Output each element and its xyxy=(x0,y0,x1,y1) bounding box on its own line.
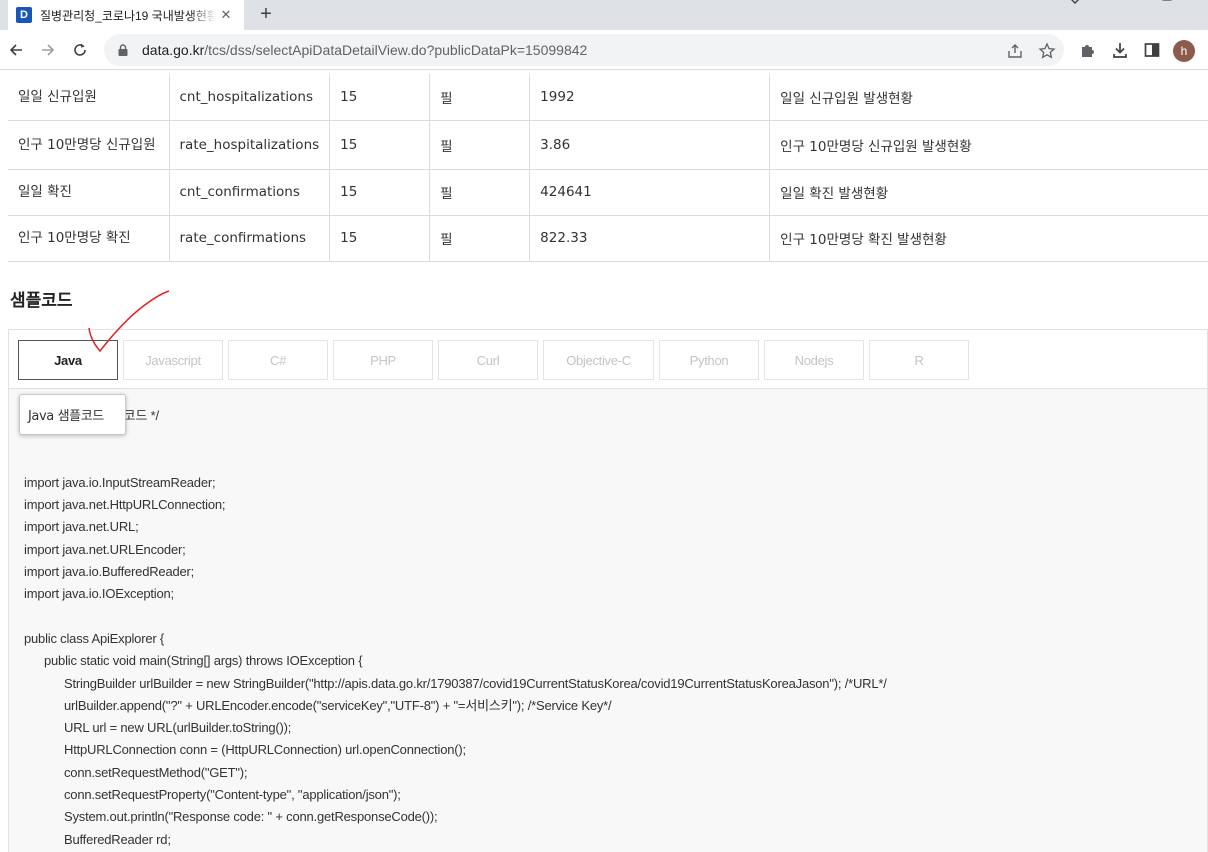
table-row: 인구 10만명당 확진 rate_confirmations 15 필 822.33 인구… xyxy=(8,215,1208,262)
forward-arrow-icon[interactable] xyxy=(36,38,60,62)
browser-tab[interactable]: D 질병관리청_코로나19 국내발생현황 ✕ xyxy=(8,0,244,30)
param-required-cell: 필 xyxy=(429,169,531,216)
tab-python[interactable]: Python xyxy=(659,340,759,380)
code-line: import java.io.IOException; xyxy=(24,586,174,602)
response-params-table: 일일 신규입원 cnt_hospitalizations 15 필 1992 일일 신규입… xyxy=(8,74,1208,262)
param-field-cell: cnt_confirmations xyxy=(169,169,331,216)
code-line: import java.io.InputStreamReader; xyxy=(24,474,216,490)
code-block: /* Java 샘플 코드 */ import java.io.InputStre… xyxy=(24,405,887,851)
back-arrow-icon[interactable] xyxy=(4,38,28,62)
tab-search-chevron-icon[interactable] xyxy=(1068,0,1088,8)
param-size-cell: 15 xyxy=(329,215,431,262)
code-line: StringBuilder urlBuilder = new StringBui… xyxy=(64,675,887,691)
code-line: import java.net.URLEncoder; xyxy=(24,541,186,557)
maximize-window-icon[interactable] xyxy=(1160,0,1180,8)
param-desc-cell: 일일 신규입원 발생현황 xyxy=(769,74,1208,121)
param-sample-cell: 424641 xyxy=(529,169,771,216)
param-required-cell: 필 xyxy=(429,74,531,121)
param-field-cell: rate_confirmations xyxy=(169,215,331,262)
new-tab-button[interactable]: + xyxy=(254,2,278,26)
browser-toolbar: data.go.kr/tcs/dss/selectApiDataDetailVi… xyxy=(0,30,1208,70)
lock-icon[interactable] xyxy=(116,43,130,57)
code-line: BufferedReader rd; xyxy=(64,831,171,847)
tab-r[interactable]: R xyxy=(869,340,969,380)
param-name-cell: 일일 확진 xyxy=(8,169,170,216)
tooltip-java-sample: Java 샘플코드 xyxy=(19,394,126,435)
param-size-cell: 15 xyxy=(329,169,431,216)
code-line: conn.setRequestProperty("Content-type", … xyxy=(64,787,401,803)
reload-icon[interactable] xyxy=(68,38,92,62)
code-line: import java.net.HttpURLConnection; xyxy=(24,497,226,513)
sample-code-panel: Java Javascript C# PHP Curl Objective-C Python… xyxy=(8,329,1208,852)
param-sample-cell: 1992 xyxy=(529,74,771,121)
sample-code-title: 샘플코드 xyxy=(10,291,73,311)
param-field-cell: cnt_hospitalizations xyxy=(169,74,331,121)
code-line: URL url = new URL(urlBuilder.toString())… xyxy=(64,720,292,736)
code-line: conn.setRequestMethod("GET"); xyxy=(64,764,248,780)
code-line: import java.net.URL; xyxy=(24,519,139,535)
tab-java[interactable]: Java xyxy=(18,340,118,380)
code-comment-line: /* Java 샘플 코드 */ xyxy=(55,408,159,423)
param-desc-cell: 인구 10만명당 신규입원 발생현황 xyxy=(769,120,1208,170)
tab-javascript[interactable]: Javascript xyxy=(123,340,223,380)
param-size-cell: 15 xyxy=(329,120,431,170)
address-bar[interactable]: data.go.kr/tcs/dss/selectApiDataDetailVi… xyxy=(104,34,1064,66)
page-content: 일일 신규입원 cnt_hospitalizations 15 필 1992 일일 신규입… xyxy=(0,71,1208,852)
profile-avatar[interactable]: h xyxy=(1173,40,1195,62)
table-row: 일일 확진 cnt_confirmations 15 필 424641 일일 확진 발생현… xyxy=(8,169,1208,216)
extensions-puzzle-icon[interactable] xyxy=(1078,40,1098,60)
side-panel-icon[interactable] xyxy=(1142,40,1162,60)
param-size-cell: 15 xyxy=(329,74,431,121)
param-name-cell: 인구 10만명당 신규입원 xyxy=(8,120,170,170)
tab-php[interactable]: PHP xyxy=(333,340,433,380)
code-line: System.out.println("Response code: " + c… xyxy=(64,809,438,825)
browser-tab-strip: D 질병관리청_코로나19 국내발생현황 ✕ + xyxy=(0,0,1208,30)
param-sample-cell: 3.86 xyxy=(529,120,771,170)
tab-curl[interactable]: Curl xyxy=(438,340,538,380)
share-icon[interactable] xyxy=(1006,42,1024,60)
site-favicon-icon: D xyxy=(16,7,32,23)
param-desc-cell: 인구 10만명당 확진 발생현황 xyxy=(769,215,1208,262)
download-icon[interactable] xyxy=(1110,40,1130,60)
code-line: public class ApiExplorer { xyxy=(24,630,165,646)
close-tab-icon[interactable]: ✕ xyxy=(218,7,234,23)
url-host: data.go.kr xyxy=(142,42,205,58)
minimize-window-icon[interactable] xyxy=(1114,0,1134,8)
code-line: HttpURLConnection conn = (HttpURLConnect… xyxy=(64,742,466,758)
url-path: /tcs/dss/selectApiDataDetailView.do?publ… xyxy=(204,42,588,58)
param-name-cell: 일일 신규입원 xyxy=(8,74,170,121)
tab-c-[interactable]: C# xyxy=(228,340,328,380)
code-line: import java.io.BufferedReader; xyxy=(24,564,195,580)
language-tab-bar: Java Javascript C# PHP Curl Objective-C Python… xyxy=(9,330,1207,389)
table-row: 일일 신규입원 cnt_hospitalizations 15 필 1992 일일 신규입… xyxy=(8,74,1208,121)
code-line: urlBuilder.append("?" + URLEncoder.encod… xyxy=(64,697,612,713)
param-field-cell: rate_hospitalizations xyxy=(169,120,331,170)
bookmark-star-icon[interactable] xyxy=(1038,42,1056,60)
code-line: public static void main(String[] args) t… xyxy=(44,653,363,669)
param-required-cell: 필 xyxy=(429,215,531,262)
param-desc-cell: 일일 확진 발생현황 xyxy=(769,169,1208,216)
param-name-cell: 인구 10만명당 확진 xyxy=(8,215,170,262)
param-required-cell: 필 xyxy=(429,120,531,170)
param-sample-cell: 822.33 xyxy=(529,215,771,262)
tab-objective-c[interactable]: Objective-C xyxy=(543,340,654,380)
tab-nodejs[interactable]: Nodejs xyxy=(764,340,864,380)
tab-title: 질병관리청_코로나19 국내발생현황 xyxy=(40,8,216,23)
table-row: 인구 10만명당 신규입원 rate_hospitalizations 15 필 3.8… xyxy=(8,120,1208,170)
